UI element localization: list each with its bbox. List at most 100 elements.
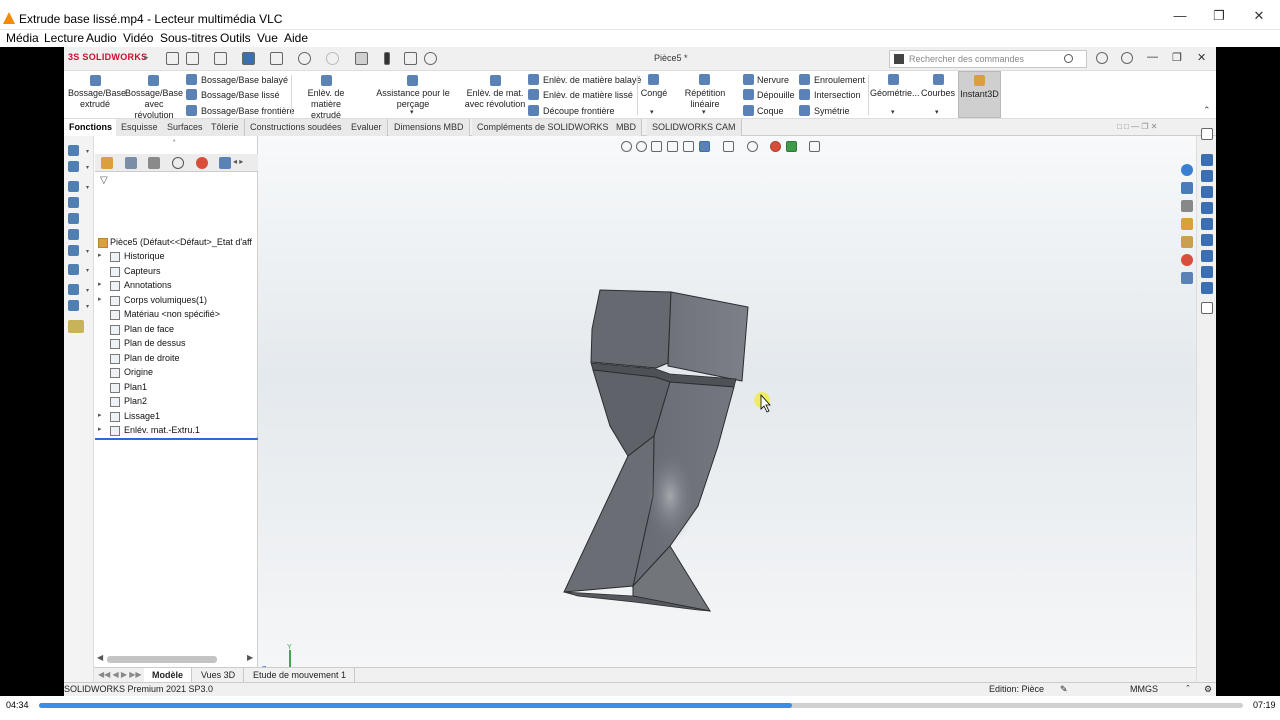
select-icon[interactable] xyxy=(355,52,368,65)
tree-item[interactable]: ▸ Historique xyxy=(95,250,258,264)
configuration-tab-icon[interactable] xyxy=(148,157,160,169)
appearances-icon[interactable] xyxy=(1181,236,1193,248)
scroll-right-icon[interactable]: ▶ xyxy=(247,653,253,662)
lofted-part[interactable] xyxy=(563,289,749,612)
section-view-icon[interactable] xyxy=(68,213,79,224)
boss-boundary-button[interactable]: Bossage/Base frontière xyxy=(201,106,295,116)
menu-arrow-icon[interactable]: ▸ xyxy=(144,52,149,63)
home-icon[interactable] xyxy=(166,52,179,65)
custom-properties-icon[interactable] xyxy=(1181,254,1193,266)
tree-horizontal-scrollbar[interactable]: ◀ ▶ xyxy=(97,653,255,665)
quick-snaps-icon[interactable] xyxy=(68,320,84,333)
tab-scroll-icon[interactable]: ◂ ▸ xyxy=(233,157,243,166)
menu-tools[interactable]: Outils xyxy=(220,31,251,45)
menu-view[interactable]: Vue xyxy=(257,31,278,45)
tab-3d-views[interactable]: Vues 3D xyxy=(193,668,245,683)
new-doc-icon[interactable] xyxy=(186,52,199,65)
tree-item[interactable]: Origine xyxy=(95,366,258,380)
menu-subtitles[interactable]: Sous-titres xyxy=(160,31,217,45)
tree-item[interactable]: ▸ Annotations xyxy=(95,279,258,293)
display-manager-tab-icon[interactable] xyxy=(196,157,208,169)
fillet-button[interactable]: Congé xyxy=(638,88,670,99)
menu-help[interactable]: Aide xyxy=(284,31,308,45)
status-settings-icon[interactable]: ⚙ xyxy=(1204,684,1212,695)
rebuild-icon[interactable] xyxy=(384,52,390,65)
rollback-bar[interactable] xyxy=(95,438,258,440)
boss-loft-button[interactable]: Bossage/Base lissé xyxy=(201,90,280,100)
menu-audio[interactable]: Audio xyxy=(86,31,117,45)
open-icon[interactable] xyxy=(214,52,227,65)
boss-sweep-button[interactable]: Bossage/Base balayé xyxy=(201,75,288,85)
expand-arrow-icon[interactable]: ▸ xyxy=(98,280,102,288)
tab-nav-icon[interactable]: ◀◀ ◀ ▶ ▶▶ xyxy=(98,670,142,679)
dropdown-icon[interactable]: ▾ xyxy=(891,108,895,116)
rebuild-status-icon[interactable]: ✎ xyxy=(1060,684,1068,695)
spline-icon[interactable] xyxy=(68,300,79,311)
tab-evaluate[interactable]: Evaluer xyxy=(346,119,388,136)
menu-video[interactable]: Vidéo xyxy=(123,31,153,45)
boss-extrude-button[interactable]: Bossage/Base extrudé xyxy=(68,88,126,110)
pin-icon[interactable] xyxy=(1201,128,1213,140)
tab-weldments[interactable]: Constructions soudées xyxy=(245,119,348,136)
print-icon[interactable] xyxy=(270,52,283,65)
draft-button[interactable]: Dépouille xyxy=(757,90,795,100)
wrap-button[interactable]: Enroulement xyxy=(814,75,865,85)
property-manager-tab-icon[interactable] xyxy=(125,157,137,169)
cut-loft-button[interactable]: Enlèv. de matière lissé xyxy=(543,90,633,100)
redo-icon[interactable] xyxy=(326,52,339,65)
help-icon[interactable] xyxy=(1121,52,1133,64)
view-top-icon[interactable] xyxy=(1201,218,1213,230)
document-recovery-icon[interactable] xyxy=(1181,272,1193,284)
view-bottom-icon[interactable] xyxy=(1201,234,1213,246)
appearance-icon[interactable] xyxy=(68,245,79,256)
relations-icon[interactable] xyxy=(68,284,79,295)
tab-model[interactable]: Modèle xyxy=(144,668,193,683)
tab-surfaces[interactable]: Surfaces xyxy=(162,119,209,136)
dropdown-icon[interactable]: ▾ xyxy=(410,108,414,116)
measure-icon[interactable] xyxy=(68,197,79,208)
cut-boundary-button[interactable]: Découpe frontière xyxy=(543,106,615,116)
options-gear-icon[interactable] xyxy=(424,52,437,65)
tree-item[interactable]: ▸ Corps volumiques(1) xyxy=(95,294,258,308)
tree-item[interactable]: ▸ Enlév. mat.-Extru.1 xyxy=(95,424,258,438)
cam-tab-icon[interactable] xyxy=(219,157,231,169)
restore-icon[interactable]: ❐ xyxy=(1209,8,1229,24)
tab-addins[interactable]: Compléments de SOLIDWORKS xyxy=(472,119,615,136)
filter-icon[interactable]: ▽ xyxy=(100,175,108,186)
command-search[interactable]: Rechercher des commandes xyxy=(889,50,1087,68)
solidworks-resources-icon[interactable] xyxy=(1181,164,1193,176)
rib-button[interactable]: Nervure xyxy=(757,75,789,85)
smart-dimension-icon[interactable] xyxy=(68,145,79,156)
display-style-icon[interactable] xyxy=(68,181,79,192)
tree-item[interactable]: Plan de droite xyxy=(95,352,258,366)
search-icon[interactable] xyxy=(1064,54,1073,63)
view-palette-icon[interactable] xyxy=(1181,218,1193,230)
tree-item[interactable]: Plan2 xyxy=(95,395,258,409)
collapse-ribbon-icon[interactable]: ⌃ xyxy=(1203,105,1211,116)
tab-mbd-dimensions[interactable]: Dimensions MBD xyxy=(389,119,470,136)
view-right-icon[interactable] xyxy=(1201,202,1213,214)
sketch-tool-icon[interactable] xyxy=(68,161,79,172)
reference-geometry-button[interactable]: Géométrie... xyxy=(870,88,920,99)
tab-cam[interactable]: SOLIDWORKS CAM xyxy=(647,119,742,136)
design-library-icon[interactable] xyxy=(1181,182,1193,194)
account-icon[interactable] xyxy=(1096,52,1108,64)
file-explorer-icon[interactable] xyxy=(1181,200,1193,212)
tab-sketch[interactable]: Esquisse xyxy=(116,119,164,136)
save-icon[interactable] xyxy=(242,52,255,65)
undo-icon[interactable] xyxy=(298,52,311,65)
dropdown-icon[interactable]: ▾ xyxy=(650,108,654,116)
tab-sheet-metal[interactable]: Tôlerie xyxy=(206,119,245,136)
tab-mbd[interactable]: MBD xyxy=(611,119,642,136)
view-orientation-icon[interactable] xyxy=(68,229,79,240)
tree-item[interactable]: Plan de dessus xyxy=(95,337,258,351)
instant3d-button[interactable]: Instant3D xyxy=(958,71,1001,118)
cut-sweep-button[interactable]: Enlèv. de matière balayé xyxy=(543,75,641,85)
linear-pattern-button[interactable]: Répétition linéaire xyxy=(670,88,740,110)
mirror-button[interactable]: Symétrie xyxy=(814,106,850,116)
view-trimetric-icon[interactable] xyxy=(1201,266,1213,278)
expand-arrow-icon[interactable]: ▸ xyxy=(98,425,102,433)
tab-motion-study[interactable]: Etude de mouvement 1 xyxy=(245,668,356,683)
file-properties-icon[interactable] xyxy=(404,52,417,65)
view-dimetric-icon[interactable] xyxy=(1201,282,1213,294)
